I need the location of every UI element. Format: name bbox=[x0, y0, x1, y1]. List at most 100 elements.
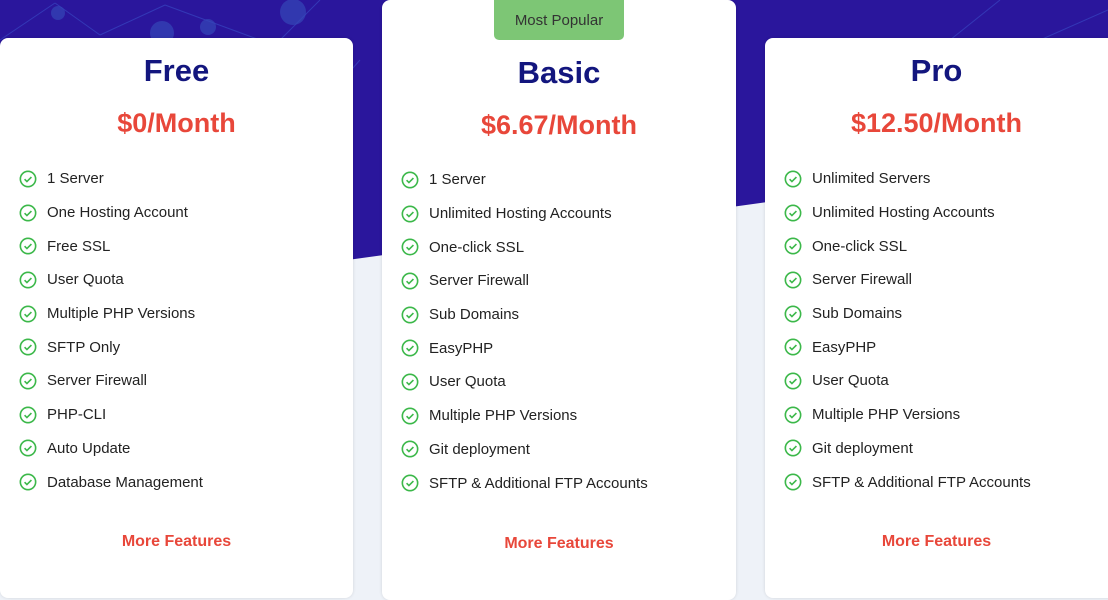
feature-label: PHP-CLI bbox=[47, 406, 107, 424]
feature-item: Unlimited Hosting Accounts bbox=[784, 196, 1031, 230]
feature-label: Multiple PHP Versions bbox=[812, 406, 961, 424]
feature-label: Sub Domains bbox=[812, 305, 903, 323]
feature-label: Auto Update bbox=[47, 439, 131, 457]
feature-label: Server Firewall bbox=[47, 372, 148, 390]
feature-label: EasyPHP bbox=[812, 338, 877, 356]
plan-title: Basic bbox=[517, 55, 601, 90]
feature-item: User Quota bbox=[19, 263, 203, 297]
feature-item: PHP-CLI bbox=[19, 398, 203, 432]
check-circle-icon bbox=[19, 338, 37, 356]
check-circle-icon bbox=[784, 406, 802, 424]
feature-label: One-click SSL bbox=[812, 237, 908, 255]
feature-item: Git deployment bbox=[784, 432, 1031, 466]
plan-card-basic: Most Popular Basic $6.67/Month 1 Server … bbox=[382, 0, 736, 600]
check-circle-icon bbox=[19, 372, 37, 390]
more-features-link[interactable]: More Features bbox=[382, 535, 736, 553]
plan-card-free: Free $0/Month 1 Server One Hosting Accou… bbox=[0, 38, 353, 598]
more-features-link[interactable]: More Features bbox=[0, 533, 353, 551]
feature-item: Server Firewall bbox=[784, 263, 1031, 297]
check-circle-icon bbox=[401, 205, 419, 222]
feature-label: User Quota bbox=[47, 271, 124, 289]
check-circle-icon bbox=[19, 204, 37, 221]
plan-card-pro: Pro $12.50/Month Unlimited Servers Unlim… bbox=[765, 38, 1108, 598]
feature-item: EasyPHP bbox=[784, 330, 1031, 364]
feature-list: 1 Server One Hosting Account Free SSL Us… bbox=[19, 162, 203, 499]
feature-label: EasyPHP bbox=[429, 339, 494, 357]
feature-label: Unlimited Servers bbox=[812, 170, 931, 188]
feature-item: Unlimited Servers bbox=[784, 162, 1031, 196]
feature-label: Free SSL bbox=[47, 237, 111, 255]
check-circle-icon bbox=[784, 338, 802, 356]
check-circle-icon bbox=[401, 440, 419, 458]
feature-label: Unlimited Hosting Accounts bbox=[812, 204, 995, 222]
feature-item: Auto Update bbox=[19, 432, 203, 466]
feature-item: 1 Server bbox=[19, 162, 203, 196]
check-circle-icon bbox=[401, 339, 419, 357]
feature-item: User Quota bbox=[401, 365, 648, 399]
check-circle-icon bbox=[19, 170, 37, 188]
feature-label: One Hosting Account bbox=[47, 204, 188, 222]
check-circle-icon bbox=[401, 373, 419, 391]
most-popular-badge: Most Popular bbox=[494, 0, 624, 40]
feature-label: User Quota bbox=[429, 373, 506, 391]
feature-label: SFTP & Additional FTP Accounts bbox=[812, 473, 1031, 491]
feature-label: Server Firewall bbox=[429, 272, 530, 290]
feature-item: 1 Server bbox=[401, 163, 648, 197]
plan-title: Free bbox=[143, 53, 210, 88]
feature-label: Git deployment bbox=[812, 439, 913, 457]
check-circle-icon bbox=[19, 305, 37, 323]
feature-item: Multiple PHP Versions bbox=[784, 398, 1031, 432]
check-circle-icon bbox=[784, 204, 802, 221]
feature-item: Multiple PHP Versions bbox=[401, 399, 648, 433]
feature-item: EasyPHP bbox=[401, 331, 648, 365]
feature-item: Server Firewall bbox=[19, 364, 203, 398]
feature-label: Database Management bbox=[47, 473, 203, 491]
check-circle-icon bbox=[784, 271, 802, 289]
check-circle-icon bbox=[401, 306, 419, 324]
feature-label: Multiple PHP Versions bbox=[429, 407, 578, 425]
check-circle-icon bbox=[784, 439, 802, 457]
check-circle-icon bbox=[784, 170, 802, 188]
feature-label: SFTP & Additional FTP Accounts bbox=[429, 474, 648, 492]
feature-item: One-click SSL bbox=[401, 230, 648, 264]
feature-label: 1 Server bbox=[429, 171, 486, 189]
plan-title: Pro bbox=[910, 53, 963, 88]
feature-item: Database Management bbox=[19, 465, 203, 499]
feature-item: Sub Domains bbox=[401, 298, 648, 332]
feature-label: 1 Server bbox=[47, 170, 104, 188]
feature-label: Sub Domains bbox=[429, 306, 520, 324]
check-circle-icon bbox=[19, 473, 37, 491]
feature-item: SFTP & Additional FTP Accounts bbox=[784, 465, 1031, 499]
feature-item: SFTP & Additional FTP Accounts bbox=[401, 466, 648, 500]
feature-label: Server Firewall bbox=[812, 271, 913, 289]
feature-label: User Quota bbox=[812, 372, 889, 390]
feature-item: Unlimited Hosting Accounts bbox=[401, 197, 648, 231]
more-features-link[interactable]: More Features bbox=[765, 533, 1108, 551]
feature-label: One-click SSL bbox=[429, 238, 525, 256]
feature-item: Server Firewall bbox=[401, 264, 648, 298]
check-circle-icon bbox=[784, 372, 802, 390]
plan-price: $12.50/Month bbox=[850, 108, 1023, 138]
feature-label: Unlimited Hosting Accounts bbox=[429, 205, 612, 223]
check-circle-icon bbox=[401, 171, 419, 189]
feature-item: Multiple PHP Versions bbox=[19, 297, 203, 331]
feature-list: Unlimited Servers Unlimited Hosting Acco… bbox=[784, 162, 1031, 499]
feature-item: Sub Domains bbox=[784, 297, 1031, 331]
check-circle-icon bbox=[784, 237, 802, 255]
feature-item: SFTP Only bbox=[19, 330, 203, 364]
feature-label: Git deployment bbox=[429, 440, 530, 458]
check-circle-icon bbox=[401, 407, 419, 425]
feature-item: Git deployment bbox=[401, 433, 648, 467]
feature-item: One Hosting Account bbox=[19, 196, 203, 230]
feature-list: 1 Server Unlimited Hosting Accounts One-… bbox=[401, 163, 648, 500]
feature-item: One-click SSL bbox=[784, 229, 1031, 263]
check-circle-icon bbox=[19, 271, 37, 289]
check-circle-icon bbox=[784, 473, 802, 491]
feature-label: SFTP Only bbox=[47, 338, 121, 356]
plan-price: $6.67/Month bbox=[480, 110, 638, 140]
check-circle-icon bbox=[401, 272, 419, 290]
feature-label: Multiple PHP Versions bbox=[47, 305, 196, 323]
check-circle-icon bbox=[401, 238, 419, 256]
check-circle-icon bbox=[19, 406, 37, 424]
check-circle-icon bbox=[784, 305, 802, 323]
